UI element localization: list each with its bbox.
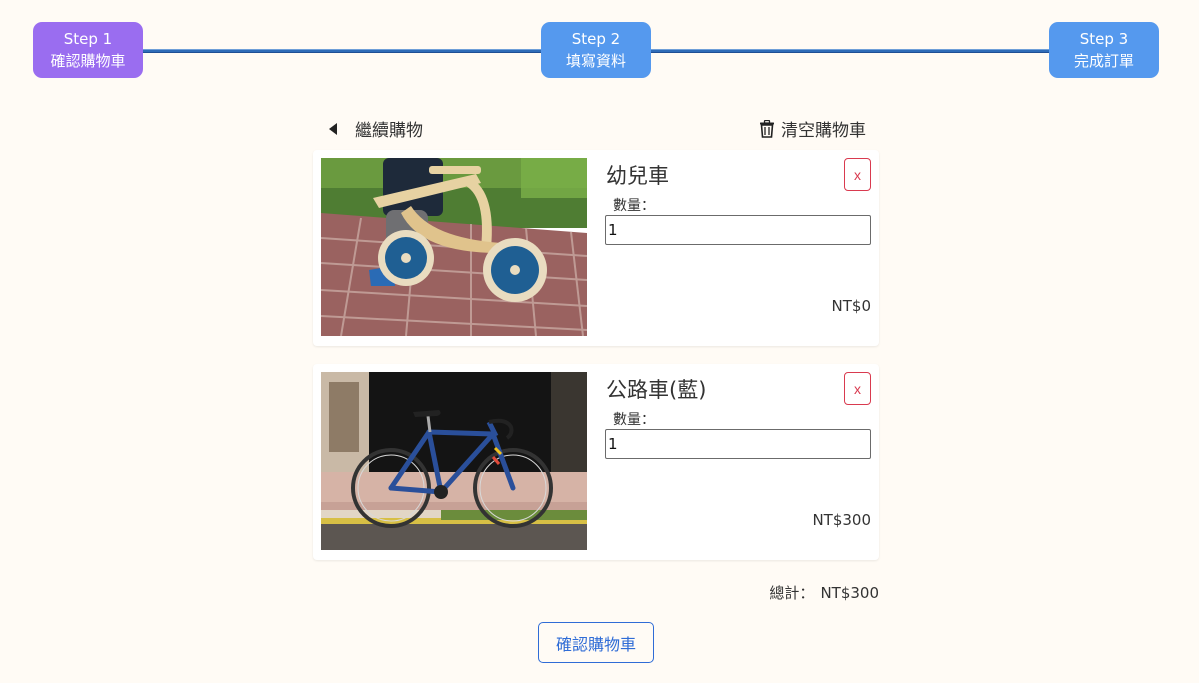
step-2-label: 填寫資料 xyxy=(565,52,626,70)
cart-item: 公路車(藍) x 數量： NT$300 xyxy=(313,364,879,560)
item-name: 幼兒車 xyxy=(606,164,669,188)
step-1-number: Step 1 xyxy=(63,30,113,48)
clear-cart-label: 清空購物車 xyxy=(781,121,866,141)
product-image-balance-bike xyxy=(321,158,587,336)
step-1: Step 1 確認購物車 xyxy=(33,22,143,78)
step-3-number: Step 3 xyxy=(1079,30,1129,48)
quantity-input[interactable] xyxy=(605,429,871,459)
item-name: 公路車(藍) xyxy=(606,378,707,402)
cart-total: 總計： NT$300 xyxy=(769,582,879,603)
cart-item: 幼兒車 x 數量： NT$0 xyxy=(313,150,879,346)
quantity-label: 數量： xyxy=(613,198,655,214)
item-price: NT$300 xyxy=(812,511,871,529)
caret-left-icon xyxy=(329,122,337,135)
step-1-label: 確認購物車 xyxy=(50,52,126,70)
cart-actions: 繼續購物 清空購物車 xyxy=(313,116,879,142)
quantity-input[interactable] xyxy=(605,215,871,245)
trash-icon xyxy=(760,119,774,138)
remove-item-button[interactable]: x xyxy=(844,158,871,191)
total-label: 總計： xyxy=(769,584,815,602)
step-2: Step 2 填寫資料 xyxy=(541,22,651,78)
remove-item-button[interactable]: x xyxy=(844,372,871,405)
total-value: NT$300 xyxy=(820,584,879,602)
clear-cart-link[interactable]: 清空購物車 xyxy=(759,116,866,141)
item-price: NT$0 xyxy=(831,297,871,315)
step-3: Step 3 完成訂單 xyxy=(1049,22,1159,78)
continue-shopping-label: 繼續購物 xyxy=(355,121,423,141)
checkout-stepper: Step 1 確認購物車 Step 2 填寫資料 Step 3 完成訂單 xyxy=(0,0,1199,100)
confirm-cart-button[interactable]: 確認購物車 xyxy=(538,622,654,663)
step-2-number: Step 2 xyxy=(571,30,621,48)
quantity-label: 數量： xyxy=(613,412,655,428)
continue-shopping-link[interactable]: 繼續購物 xyxy=(329,116,423,141)
product-image-road-bike xyxy=(321,372,587,550)
step-3-label: 完成訂單 xyxy=(1073,52,1134,70)
